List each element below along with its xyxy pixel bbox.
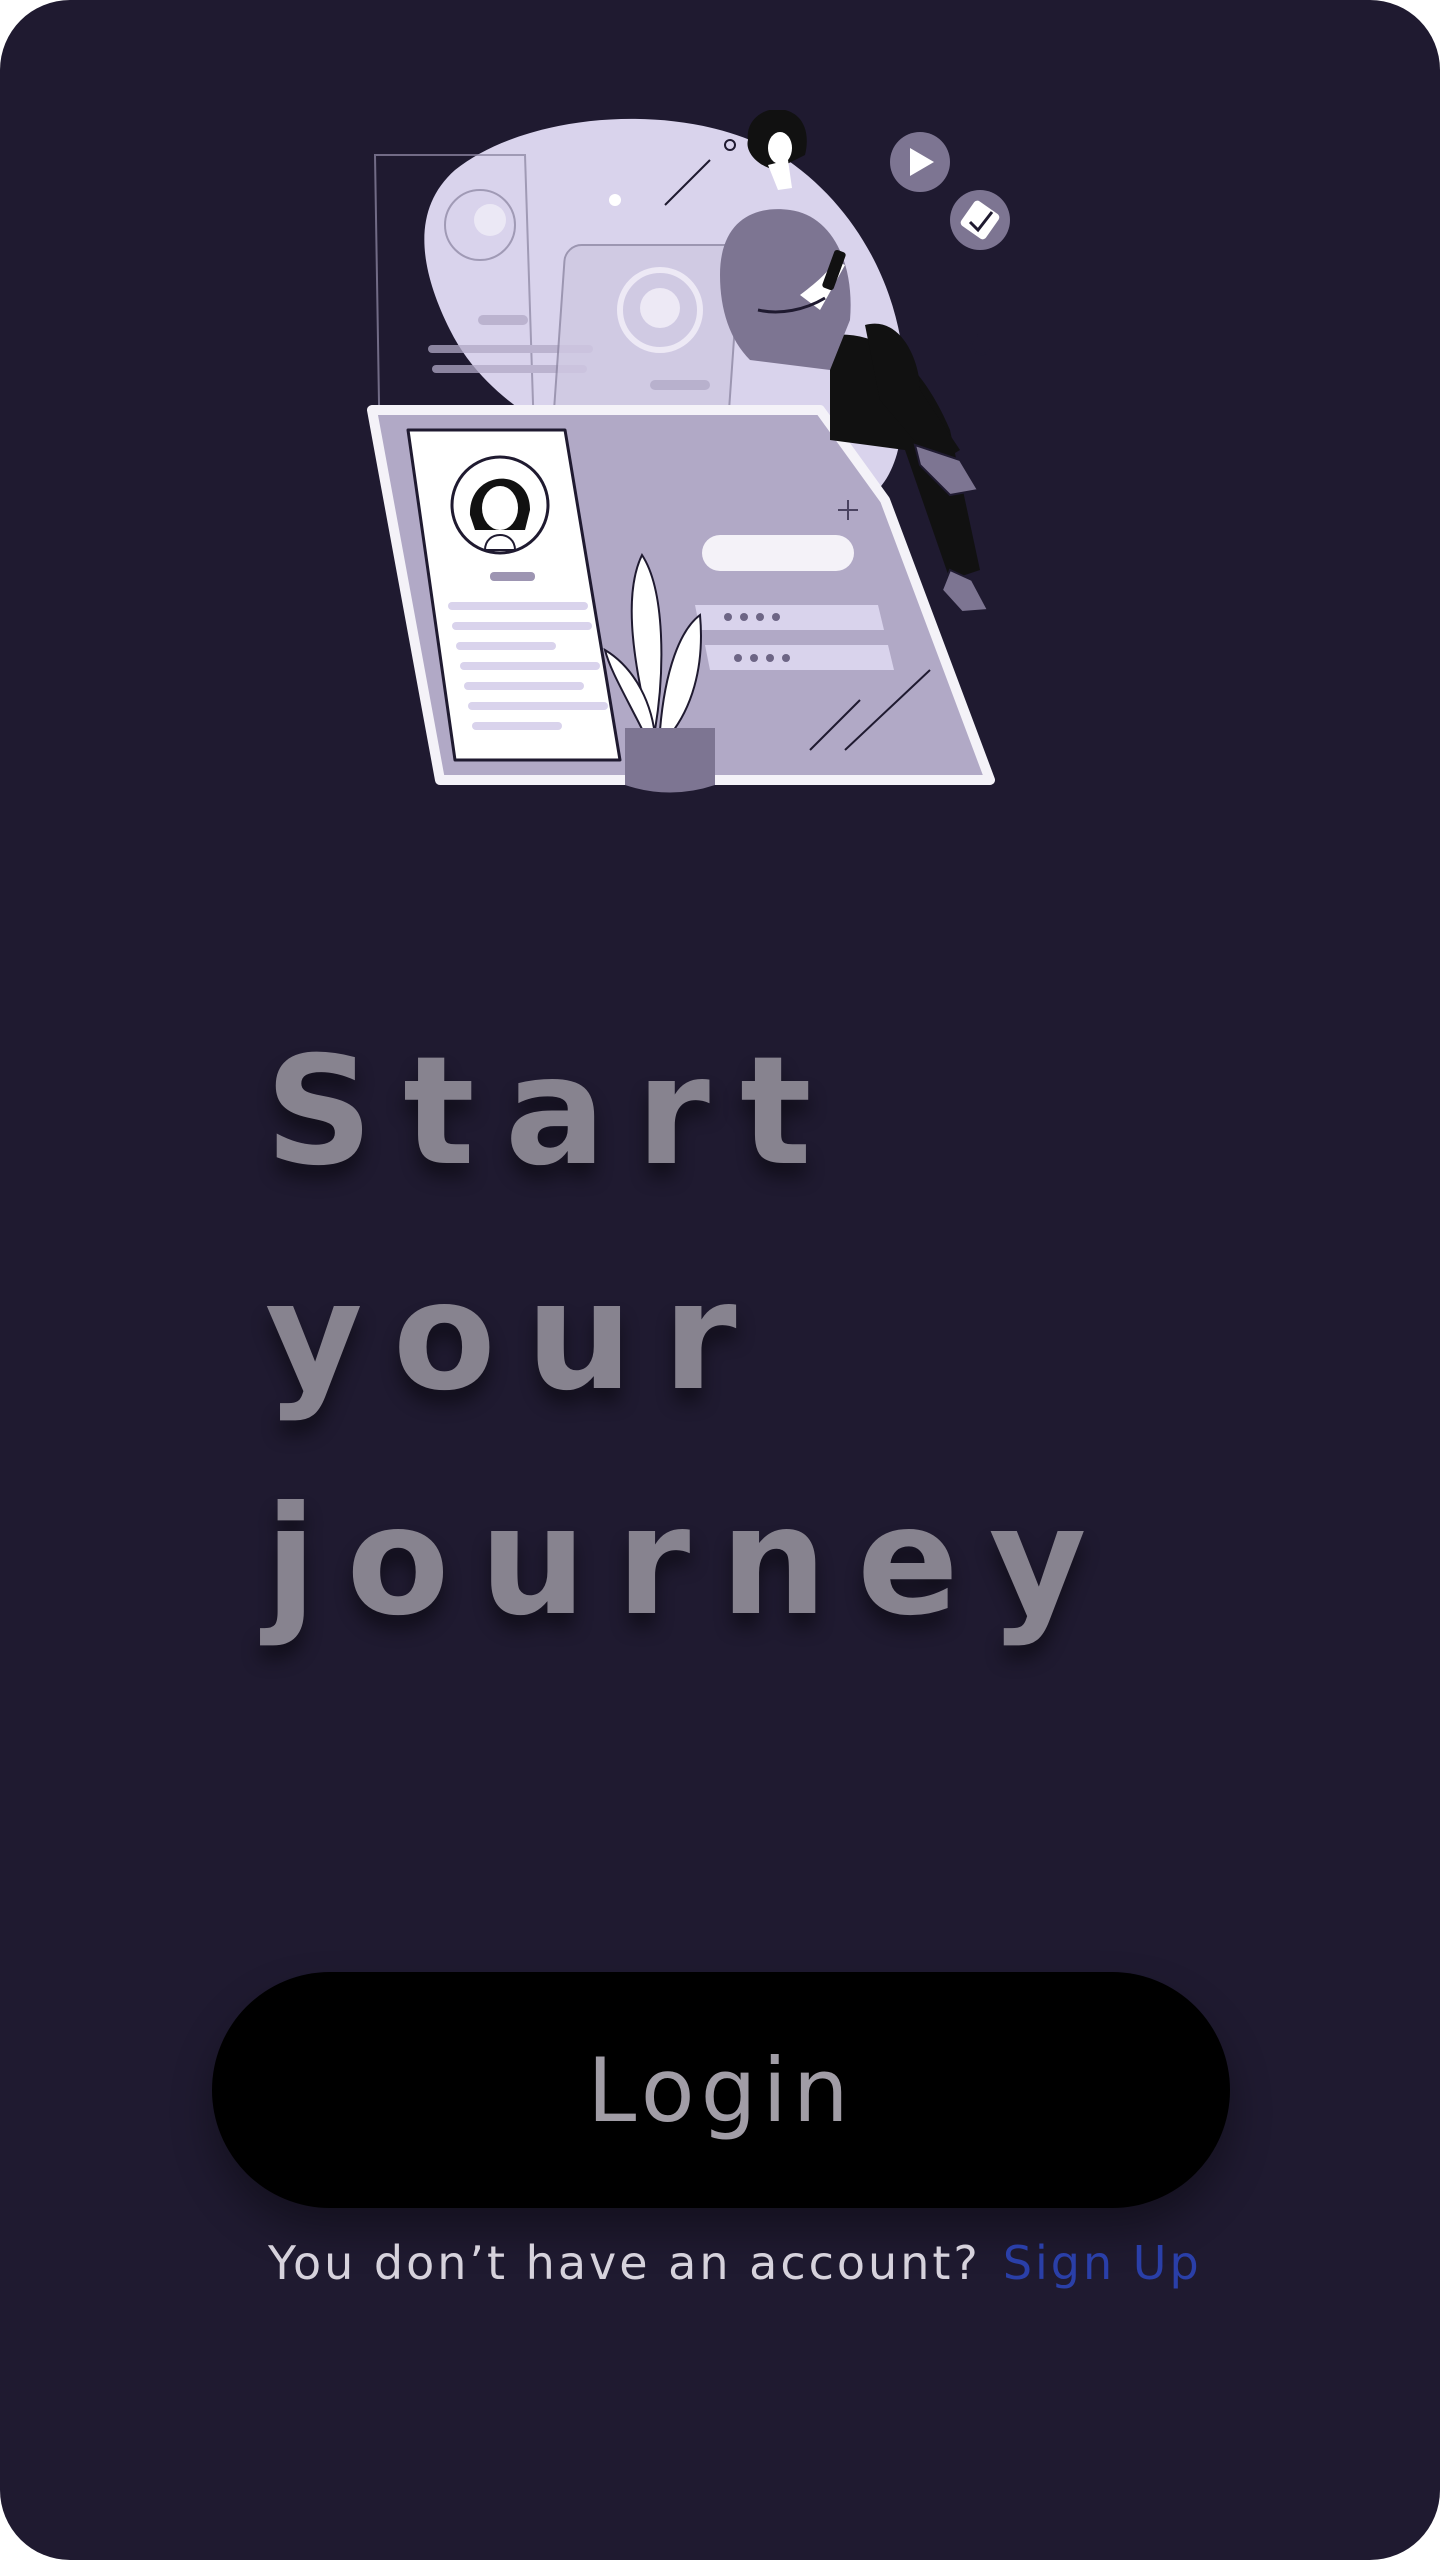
check-icon [950,190,1010,250]
password-field-2 [705,645,894,670]
sign-up-link[interactable]: Sign Up [1003,2236,1202,2290]
headline-line-2: your [265,1250,767,1424]
login-button-label: Login [587,2038,855,2142]
form-pill [702,535,854,571]
headline: Start your journey [265,1000,1265,1675]
hero-illustration [367,110,1016,793]
password-field-1 [695,605,884,630]
play-icon [890,132,950,192]
login-button[interactable]: Login [212,1972,1230,2208]
signup-prompt: You don’t have an account? [268,2236,981,2290]
signup-row: You don’t have an account? Sign Up [268,2236,1268,2290]
onboarding-screen: Start your journey Login You don’t have … [0,0,1440,2560]
headline-line-3: journey [265,1475,1117,1649]
headline-line-1: Start [265,1025,842,1199]
